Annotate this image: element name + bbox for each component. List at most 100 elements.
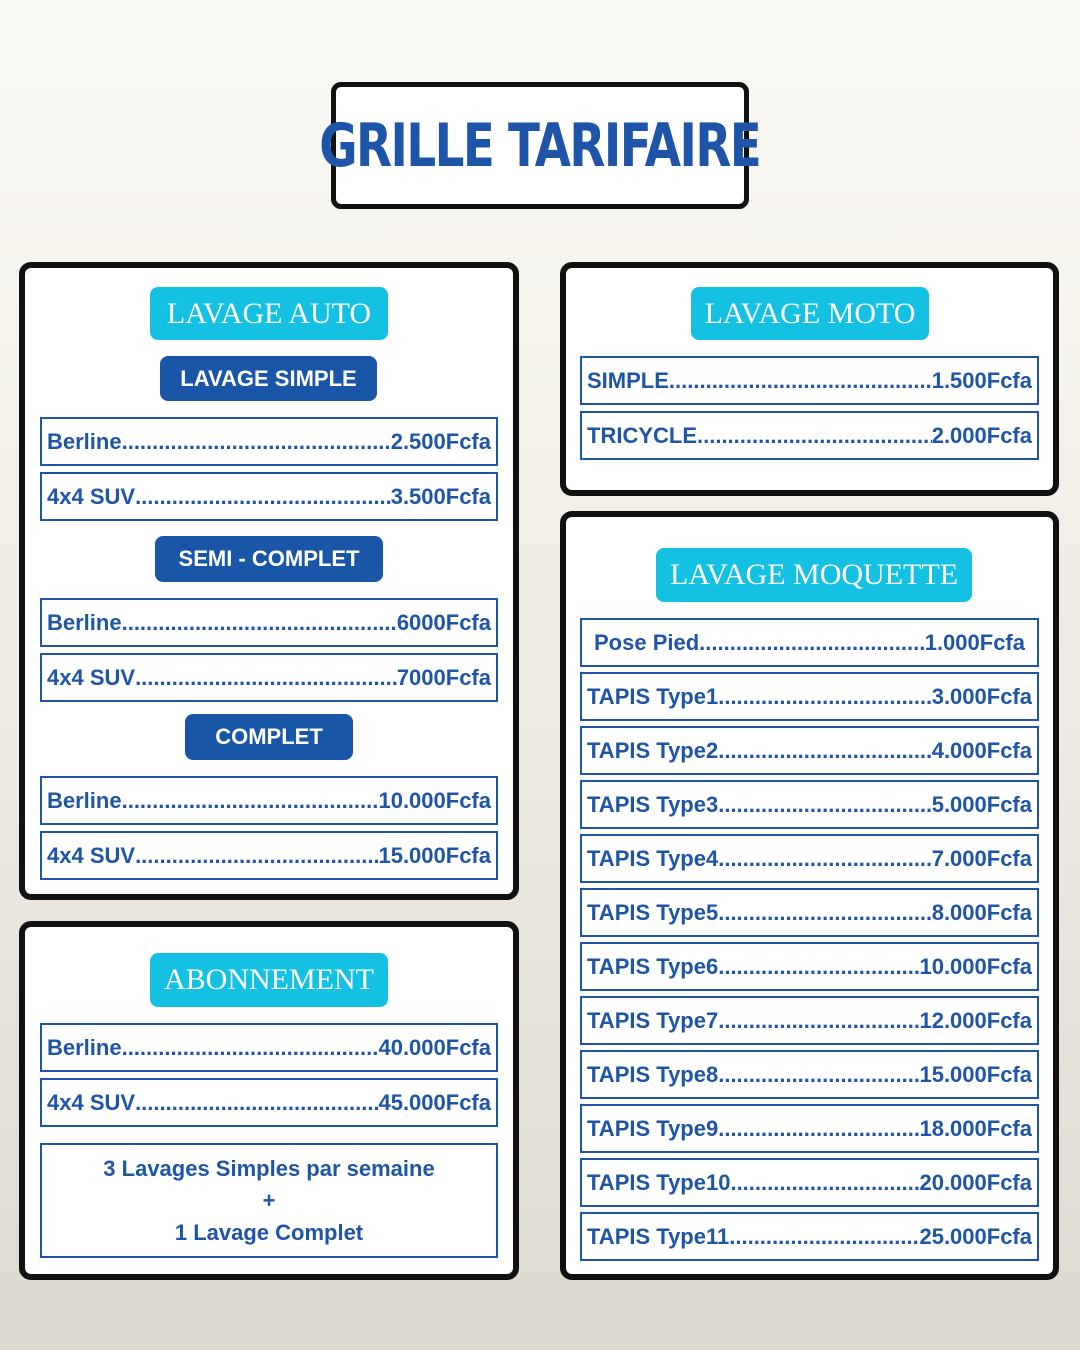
dot-leader xyxy=(718,1062,919,1088)
item-name: TAPIS Type9 xyxy=(587,1115,719,1141)
dot-leader xyxy=(135,1090,378,1116)
price-row: TAPIS Type1 3.000Fcfa xyxy=(580,672,1039,721)
dot-leader xyxy=(122,429,391,455)
item-name: TAPIS Type11 xyxy=(587,1223,730,1249)
item-price: 6000Fcfa xyxy=(396,609,491,635)
header-lavage-auto: LAVAGE AUTO xyxy=(150,287,388,340)
item-name: Berline xyxy=(47,609,122,635)
dot-leader xyxy=(718,1116,919,1142)
price-row: TAPIS Type5 8.000Fcfa xyxy=(580,888,1039,937)
section-label-complet: COMPLET xyxy=(185,714,353,760)
note-line: 1 Lavage Complet xyxy=(174,1219,364,1245)
price-row: Berline 10.000Fcfa xyxy=(40,776,498,825)
dot-leader xyxy=(718,684,931,710)
header-lavage-moquette: LAVAGE MOQUETTE xyxy=(656,548,972,602)
item-price: 15.000Fcfa xyxy=(919,1061,1032,1087)
price-row: 4x4 SUV 15.000Fcfa xyxy=(40,831,498,880)
item-price: 10.000Fcfa xyxy=(378,787,491,813)
item-name: 4x4 SUV xyxy=(47,842,136,868)
dot-leader xyxy=(718,1008,919,1034)
price-row: TAPIS Type2 4.000Fcfa xyxy=(580,726,1039,775)
dot-leader xyxy=(718,846,931,872)
item-name: TAPIS Type6 xyxy=(587,953,719,979)
price-row: TAPIS Type10 20.000Fcfa xyxy=(580,1158,1039,1207)
price-row: TRICYCLE 2.000Fcfa xyxy=(580,411,1039,460)
item-price: 20.000Fcfa xyxy=(919,1169,1032,1195)
price-row: TAPIS Type3 5.000Fcfa xyxy=(580,780,1039,829)
note-line: 3 Lavages Simples par semaine xyxy=(103,1155,435,1181)
price-row: Berline 6000Fcfa xyxy=(40,598,498,647)
dot-leader xyxy=(697,423,932,449)
section-label-simple: LAVAGE SIMPLE xyxy=(160,356,377,401)
item-price: 8.000Fcfa xyxy=(931,899,1032,925)
item-name: TAPIS Type1 xyxy=(587,683,719,709)
dot-leader xyxy=(122,1035,379,1061)
price-row: Berline 2.500Fcfa xyxy=(40,417,498,466)
subscription-note: 3 Lavages Simples par semaine + 1 Lavage… xyxy=(40,1143,498,1258)
item-price: 3.500Fcfa xyxy=(390,483,491,509)
item-price: 7.000Fcfa xyxy=(931,845,1032,871)
item-name: TAPIS Type4 xyxy=(587,845,719,871)
dot-leader xyxy=(669,368,932,394)
price-row: Pose Pied 1.000Fcfa xyxy=(580,618,1039,667)
price-row: TAPIS Type8 15.000Fcfa xyxy=(580,1050,1039,1099)
item-name: 4x4 SUV xyxy=(47,483,136,509)
item-name: TAPIS Type8 xyxy=(587,1061,719,1087)
price-row: Berline 40.000Fcfa xyxy=(40,1023,498,1072)
dot-leader xyxy=(135,843,378,869)
dot-leader xyxy=(718,900,931,926)
header-lavage-moto: LAVAGE MOTO xyxy=(691,287,929,340)
item-price: 2.000Fcfa xyxy=(931,422,1032,448)
item-name: Berline xyxy=(47,428,122,454)
dot-leader xyxy=(135,665,397,691)
price-row: 4x4 SUV 3.500Fcfa xyxy=(40,472,498,521)
item-price: 1.000Fcfa xyxy=(924,629,1025,655)
item-price: 45.000Fcfa xyxy=(378,1089,491,1115)
item-name: 4x4 SUV xyxy=(47,664,136,690)
dot-leader xyxy=(699,630,925,656)
item-name: TAPIS Type2 xyxy=(587,737,719,763)
item-price: 1.500Fcfa xyxy=(931,367,1032,393)
item-price: 18.000Fcfa xyxy=(919,1115,1032,1141)
dot-leader xyxy=(122,788,379,814)
item-price: 10.000Fcfa xyxy=(919,953,1032,979)
item-price: 4.000Fcfa xyxy=(931,737,1032,763)
item-name: Pose Pied xyxy=(594,629,700,655)
item-name: TAPIS Type7 xyxy=(587,1007,719,1033)
title-box: GRILLE TARIFAIRE xyxy=(319,82,762,209)
item-price: 7000Fcfa xyxy=(396,664,491,690)
price-row: SIMPLE 1.500Fcfa xyxy=(580,356,1039,405)
price-row: 4x4 SUV 45.000Fcfa xyxy=(40,1078,498,1127)
price-row: TAPIS Type4 7.000Fcfa xyxy=(580,834,1039,883)
section-label-semi-complet: SEMI - COMPLET xyxy=(155,536,383,582)
item-name: TAPIS Type3 xyxy=(587,791,719,817)
dot-leader xyxy=(730,1170,919,1196)
item-name: Berline xyxy=(47,1034,122,1060)
dot-leader xyxy=(135,484,391,510)
item-price: 5.000Fcfa xyxy=(931,791,1032,817)
page-title: GRILLE TARIFAIRE xyxy=(319,110,762,181)
price-row: TAPIS Type9 18.000Fcfa xyxy=(580,1104,1039,1153)
price-row: TAPIS Type7 12.000Fcfa xyxy=(580,996,1039,1045)
item-name: TAPIS Type5 xyxy=(587,899,719,925)
item-name: Berline xyxy=(47,787,122,813)
dot-leader xyxy=(718,792,931,818)
dot-leader xyxy=(122,610,397,636)
item-price: 3.000Fcfa xyxy=(931,683,1032,709)
item-price: 2.500Fcfa xyxy=(390,428,491,454)
note-plus: + xyxy=(262,1187,276,1213)
header-abonnement: ABONNEMENT xyxy=(150,953,388,1007)
item-name: TAPIS Type10 xyxy=(587,1169,731,1195)
item-name: 4x4 SUV xyxy=(47,1089,136,1115)
item-price: 15.000Fcfa xyxy=(378,842,491,868)
price-row: TAPIS Type11 25.000Fcfa xyxy=(580,1212,1039,1261)
dot-leader xyxy=(729,1224,919,1250)
dot-leader xyxy=(718,954,919,980)
price-row: 4x4 SUV 7000Fcfa xyxy=(40,653,498,702)
item-price: 40.000Fcfa xyxy=(378,1034,491,1060)
item-price: 12.000Fcfa xyxy=(919,1007,1032,1033)
item-name: TRICYCLE xyxy=(587,422,697,448)
item-name: SIMPLE xyxy=(587,367,669,393)
dot-leader xyxy=(718,738,931,764)
price-row: TAPIS Type6 10.000Fcfa xyxy=(580,942,1039,991)
